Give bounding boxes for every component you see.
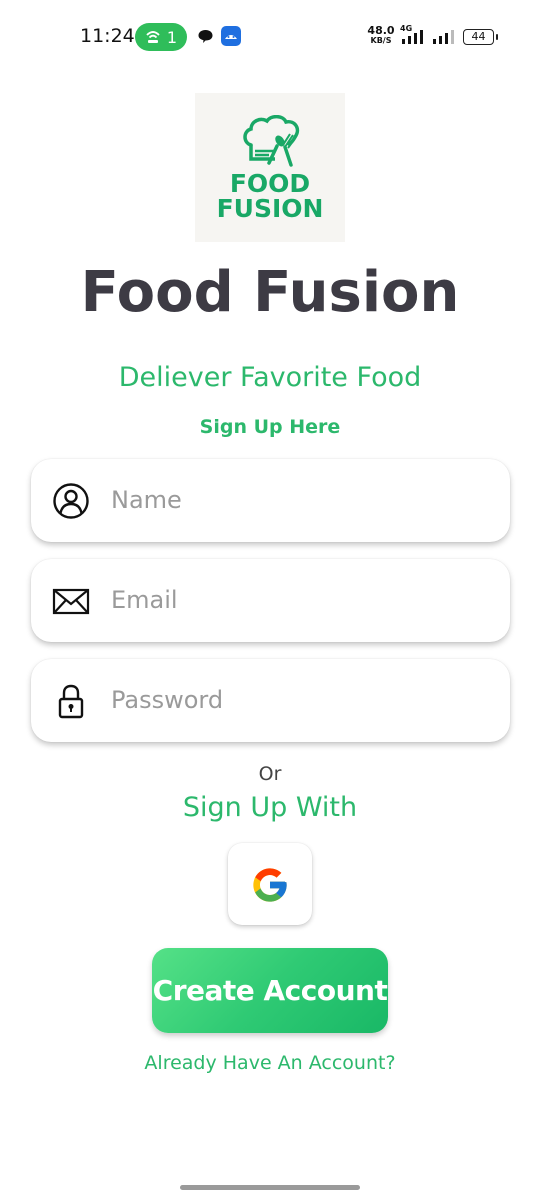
google-icon — [253, 868, 287, 902]
hotspot-count: 1 — [166, 27, 178, 47]
create-account-button[interactable]: Create Account — [152, 948, 388, 1033]
name-field[interactable]: Name — [31, 459, 510, 542]
network-speed: 48.0 KB/S — [366, 25, 396, 46]
app-logo: FOOD FUSION — [195, 93, 345, 242]
signal-strength-secondary-icon — [433, 30, 454, 44]
message-icon — [198, 30, 213, 43]
hotspot-icon — [146, 31, 160, 43]
tagline: Deliever Favorite Food — [118, 362, 422, 393]
password-placeholder: Password — [111, 686, 224, 714]
name-placeholder: Name — [111, 486, 182, 514]
status-clock: 11:24 — [80, 25, 135, 47]
email-placeholder: Email — [111, 586, 178, 614]
email-field[interactable]: Email — [31, 559, 510, 642]
signup-with-label: Sign Up With — [182, 792, 358, 823]
password-field[interactable]: Password — [31, 659, 510, 742]
user-circle-icon — [53, 483, 89, 519]
status-bar: 11:24 1 48.0 KB/S 4G 44 — [0, 0, 540, 72]
signup-heading: Sign Up Here — [199, 416, 341, 438]
google-signup-button[interactable] — [228, 843, 312, 925]
envelope-icon — [52, 588, 90, 615]
app-title: Food Fusion — [80, 260, 460, 325]
lock-icon — [58, 684, 84, 719]
logo-text-line2: FUSION — [216, 194, 324, 223]
battery-indicator: 44 — [463, 29, 498, 45]
or-divider-text: Or — [258, 763, 282, 785]
app-notification-icon — [221, 26, 241, 46]
login-link[interactable]: Already Have An Account? — [0, 1052, 540, 1074]
hotspot-indicator[interactable]: 1 — [135, 23, 187, 51]
signal-strength-icon — [402, 30, 423, 44]
chef-hat-icon — [243, 115, 300, 167]
network-speed-unit: KB/S — [370, 36, 392, 45]
home-indicator[interactable] — [180, 1185, 360, 1190]
